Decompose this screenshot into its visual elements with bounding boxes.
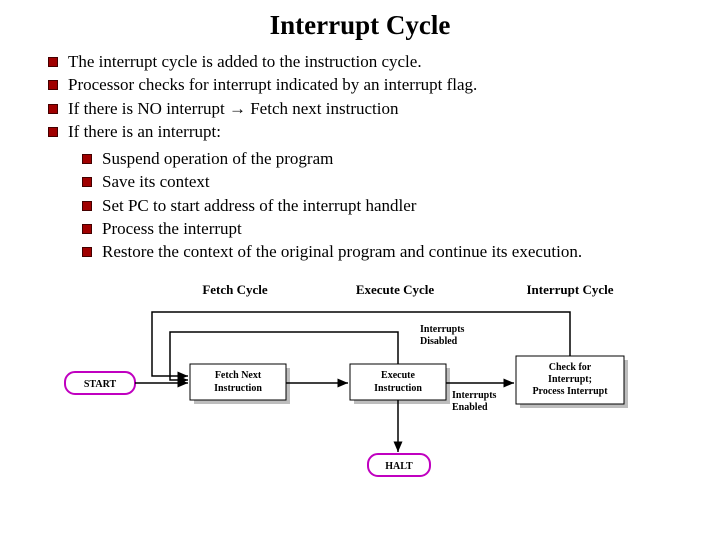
label-fetch-cycle: Fetch Cycle <box>202 282 268 297</box>
sub-bullet-item: Set PC to start address of the interrupt… <box>82 195 700 216</box>
bullet-item: Processor checks for interrupt indicated… <box>48 74 700 95</box>
halt-node: HALT <box>368 454 430 476</box>
sub-bullet-item: Process the interrupt <box>82 218 700 239</box>
bullet-item: If there is an interrupt: <box>48 121 700 142</box>
label-interrupts-enabled-2: Enabled <box>452 402 488 413</box>
label-execute-cycle: Execute Cycle <box>356 282 435 297</box>
main-bullet-list: The interrupt cycle is added to the inst… <box>48 51 700 142</box>
sub-bullet-list: Suspend operation of the program Save it… <box>82 148 700 262</box>
sub-bullet-item: Save its context <box>82 171 700 192</box>
svg-text:Check for: Check for <box>549 362 592 373</box>
svg-text:Instruction: Instruction <box>374 383 422 394</box>
bullet-item: The interrupt cycle is added to the inst… <box>48 51 700 72</box>
sub-bullet-item: Restore the context of the original prog… <box>82 241 700 262</box>
label-interrupts-disabled-2: Disabled <box>420 336 458 347</box>
svg-text:Instruction: Instruction <box>214 383 262 394</box>
execute-box: Execute Instruction <box>350 364 450 404</box>
svg-text:HALT: HALT <box>385 461 413 472</box>
page-title: Interrupt Cycle <box>20 10 700 41</box>
start-node: START <box>65 372 135 394</box>
interrupt-cycle-diagram: Fetch Cycle Execute Cycle Interrupt Cycl… <box>60 276 660 486</box>
fetch-box: Fetch Next Instruction <box>190 364 290 404</box>
svg-text:START: START <box>84 379 117 390</box>
svg-text:Process Interrupt: Process Interrupt <box>532 386 608 397</box>
sub-bullet-item: Suspend operation of the program <box>82 148 700 169</box>
interrupt-box: Check for Interrupt; Process Interrupt <box>516 356 628 408</box>
label-interrupt-cycle: Interrupt Cycle <box>526 282 613 297</box>
svg-text:Interrupt;: Interrupt; <box>548 374 592 385</box>
diagram-container: Fetch Cycle Execute Cycle Interrupt Cycl… <box>20 276 700 491</box>
label-interrupts-disabled: Interrupts <box>420 324 465 335</box>
svg-text:Execute: Execute <box>381 370 415 381</box>
svg-text:Fetch Next: Fetch Next <box>215 370 262 381</box>
bullet-item: If there is NO interrupt → Fetch next in… <box>48 98 700 119</box>
label-interrupts-enabled: Interrupts <box>452 390 497 401</box>
